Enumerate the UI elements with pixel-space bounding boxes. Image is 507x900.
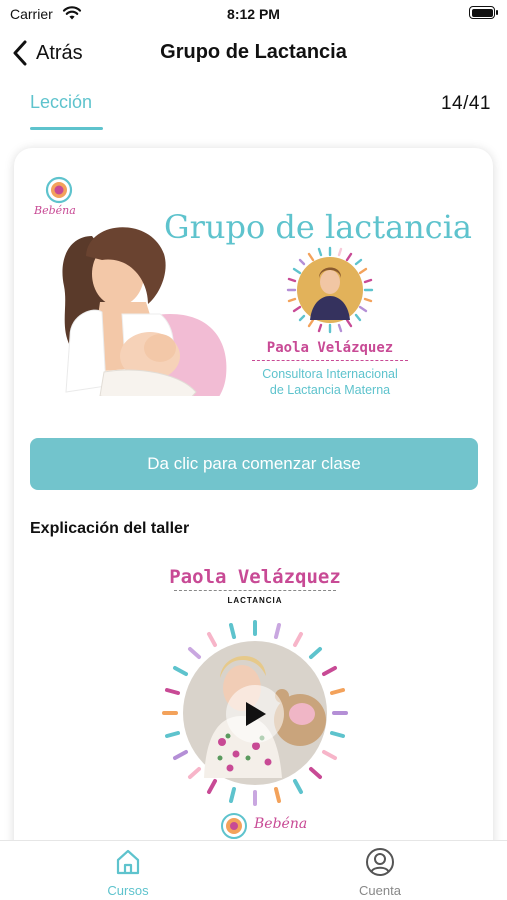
lesson-progress-counter: 14/41 bbox=[440, 93, 491, 114]
status-bar: Carrier 8:12 PM bbox=[0, 0, 507, 28]
tab-cuenta-label: Cuenta bbox=[359, 883, 401, 898]
speaker-name: Paola Velázquez bbox=[266, 340, 394, 356]
banner-title: Grupo de lactancia bbox=[164, 208, 472, 246]
play-button[interactable] bbox=[226, 685, 284, 743]
tab-cursos[interactable]: Cursos bbox=[68, 847, 188, 900]
home-icon bbox=[116, 849, 140, 875]
speaker-divider bbox=[252, 360, 408, 361]
workshop-section-title: Explicación del taller bbox=[30, 520, 190, 537]
lesson-banner: Bebéna Grupo de lactancia Paola Velázque… bbox=[30, 170, 478, 422]
video-logo-text: Bebéna bbox=[254, 816, 308, 832]
video-subtitle: LACTANCIA bbox=[227, 596, 283, 605]
account-icon bbox=[366, 848, 394, 876]
speaker-photo bbox=[286, 246, 374, 334]
tab-cuenta[interactable]: Cuenta bbox=[320, 847, 440, 900]
active-tab-indicator bbox=[30, 127, 103, 130]
start-class-button[interactable]: Da clic para comenzar clase bbox=[30, 438, 478, 490]
page-title: Grupo de Lactancia bbox=[160, 41, 347, 63]
navigation-bar: Atrás Grupo de Lactancia bbox=[0, 28, 507, 78]
lesson-tab-row: Lección 14/41 bbox=[0, 84, 507, 134]
play-icon bbox=[246, 702, 266, 726]
clock: 8:12 PM bbox=[227, 6, 280, 22]
speaker-role-line-2: de Lactancia Materna bbox=[269, 383, 391, 397]
battery-icon bbox=[469, 6, 498, 19]
tab-cursos-label: Cursos bbox=[107, 883, 149, 898]
video-speaker-name: Paola Velázquez bbox=[169, 566, 341, 588]
workshop-video[interactable]: Paola Velázquez LACTANCIA Bebéna bbox=[160, 558, 350, 839]
tab-leccion[interactable]: Lección bbox=[30, 92, 92, 113]
bebena-logo-text: Bebéna bbox=[34, 204, 76, 217]
bottom-tab-bar: Cursos Cuenta bbox=[0, 840, 507, 900]
speaker-role-line-1: Consultora Internacional bbox=[262, 367, 398, 381]
speaker-role: Consultora Internacional de Lactancia Ma… bbox=[240, 366, 420, 398]
lesson-card: Bebéna Grupo de lactancia Paola Velázque… bbox=[14, 148, 493, 868]
video-divider bbox=[174, 590, 336, 591]
